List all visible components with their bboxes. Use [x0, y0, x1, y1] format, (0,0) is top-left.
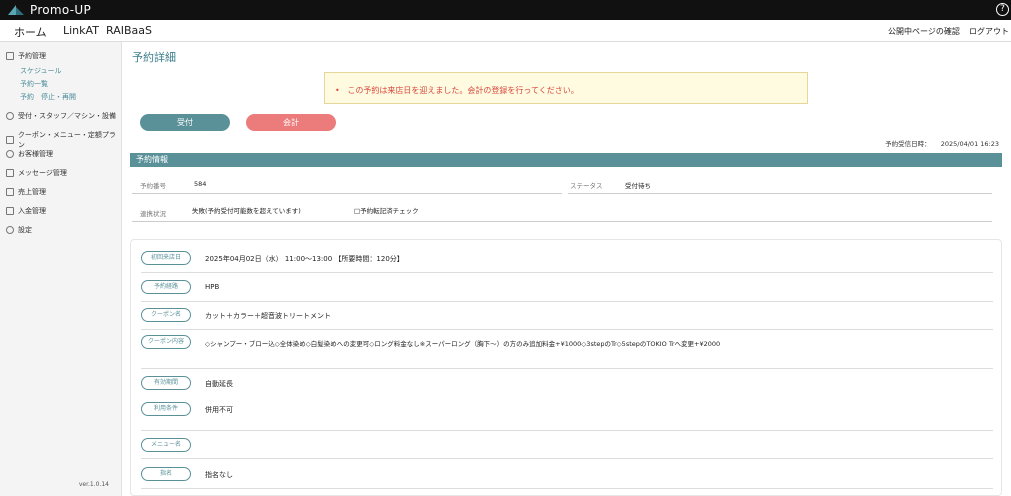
coupon-content-label: クーポン内容: [141, 335, 191, 349]
app-title: Promo-UP: [30, 3, 92, 17]
designation-label: 指名: [141, 467, 191, 481]
divider: [568, 193, 992, 194]
sidebar-item-reservations[interactable]: 予約管理: [6, 51, 46, 61]
section-title: 予約情報: [130, 153, 1002, 167]
reception-button[interactable]: 受付: [140, 114, 230, 131]
calendar-icon: [6, 52, 14, 60]
sidebar-item-sales[interactable]: 売上管理: [6, 187, 46, 197]
tab-raibaas[interactable]: RAIBaaS: [106, 24, 152, 37]
alert-message: この予約は来店日を迎えました。会計の登録を行ってください。: [347, 86, 579, 95]
public-page-link[interactable]: 公開中ページの確認: [888, 26, 960, 37]
divider: [132, 193, 562, 194]
route-value: HPB: [205, 283, 220, 291]
received-label: 予約受信日時：: [885, 140, 931, 148]
reservation-no-label: 予約番号: [140, 182, 166, 190]
divider: [141, 301, 993, 302]
divider: [141, 430, 993, 431]
users-icon: [6, 150, 14, 158]
divider: [141, 368, 993, 369]
version-label: ver.1.0.14: [78, 481, 109, 488]
logout-link[interactable]: ログアウト: [969, 26, 1009, 37]
app-logo[interactable]: Promo-UP: [6, 3, 91, 17]
chart-icon: [6, 188, 14, 196]
divider: [141, 458, 993, 459]
sidebar-item-settings[interactable]: 設定: [6, 225, 32, 235]
coupon-name-value: カット＋カラー＋超音波トリートメント: [205, 312, 331, 320]
divider: [132, 221, 992, 222]
route-label: 予約経路: [141, 280, 191, 294]
designation-value: 指名なし: [205, 471, 233, 479]
sidebar-item-coupons[interactable]: クーポン・メニュー・定額プラン: [6, 130, 121, 150]
reservation-no-value: 584: [194, 180, 207, 188]
validity-label: 有効期間: [141, 376, 191, 390]
status-label: ステータス: [570, 182, 603, 190]
divider: [141, 272, 993, 273]
reservation-detail-card: 初回来店日 2025年04月02日（水） 11:00〜13:00 【所要時間：1…: [130, 239, 1002, 496]
received-value: 2025/04/01 16:23: [940, 140, 999, 148]
coupon-content-value: ◇シャンプー・ブロー込◇全体染め◇白髪染めへの変更可◇ロング料金なし※スーパーロ…: [205, 340, 721, 348]
page-title: 予約詳細: [132, 51, 176, 64]
sidebar-item-label: 入金管理: [18, 207, 46, 215]
person-icon: [6, 112, 14, 120]
link-status-label: 連携状況: [140, 210, 166, 218]
sidebar-item-label: 設定: [18, 226, 32, 234]
transfer-check-checkbox[interactable]: □予約転記済チェック: [354, 205, 419, 215]
sidebar-sub-reservation-list[interactable]: 予約一覧: [20, 79, 48, 89]
gear-icon: [6, 226, 14, 234]
ticket-icon: [6, 136, 14, 144]
logo-mark-icon: [8, 5, 24, 15]
sidebar-item-reception[interactable]: 受付・スタッフ／マシン・設備: [6, 111, 116, 121]
checkout-button[interactable]: 会計: [246, 114, 336, 131]
divider: [141, 329, 993, 330]
message-icon: [6, 169, 14, 177]
wallet-icon: [6, 207, 14, 215]
app-header: Promo-UP ?: [0, 0, 1011, 20]
sidebar-item-customers[interactable]: お客様管理: [6, 149, 53, 159]
sidebar-sub-schedule[interactable]: スケジュール: [20, 66, 62, 76]
sidebar: 予約管理 スケジュール 予約一覧 予約 停止・再開 受付・スタッフ／マシン・設備…: [0, 42, 122, 496]
sidebar-item-label: メッセージ管理: [18, 169, 67, 177]
tab-home[interactable]: ホーム: [14, 24, 47, 44]
sidebar-sub-reservation-pause[interactable]: 予約 停止・再開: [20, 92, 76, 102]
divider: [141, 488, 993, 489]
help-icon[interactable]: ?: [996, 3, 1009, 16]
validity-value: 自動延長: [205, 380, 233, 388]
status-value: 受付待ち: [625, 182, 651, 190]
menu-name-label: メニュー名: [141, 438, 191, 452]
first-visit-label: 初回来店日: [141, 251, 191, 265]
link-status-value: 失敗(予約受付可能数を超えています): [192, 207, 301, 215]
first-visit-value: 2025年04月02日（水） 11:00〜13:00 【所要時間：120分】: [205, 255, 404, 263]
main-nav: ホーム LinkAT RAIBaaS 公開中ページの確認 ログアウト: [0, 20, 1011, 44]
sidebar-item-messages[interactable]: メッセージ管理: [6, 168, 67, 178]
sidebar-item-label: クーポン・メニュー・定額プラン: [17, 131, 116, 149]
conditions-value: 併用不可: [205, 406, 233, 414]
sidebar-item-label: お客様管理: [18, 150, 53, 158]
alert-bullet-icon: •: [335, 86, 345, 95]
main-content: 予約詳細 • この予約は来店日を迎えました。会計の登録を行ってください。 受付 …: [122, 42, 1011, 496]
coupon-name-label: クーポン名: [141, 308, 191, 322]
conditions-label: 利用条件: [141, 402, 191, 416]
tab-linkat[interactable]: LinkAT: [63, 24, 99, 37]
received-datetime: 予約受信日時： 2025/04/01 16:23: [885, 138, 999, 148]
sidebar-item-label: 予約管理: [18, 52, 46, 60]
sidebar-item-label: 売上管理: [18, 188, 46, 196]
sidebar-item-label: 受付・スタッフ／マシン・設備: [18, 112, 116, 120]
sidebar-item-payments[interactable]: 入金管理: [6, 206, 46, 216]
alert-banner: • この予約は来店日を迎えました。会計の登録を行ってください。: [324, 72, 808, 104]
